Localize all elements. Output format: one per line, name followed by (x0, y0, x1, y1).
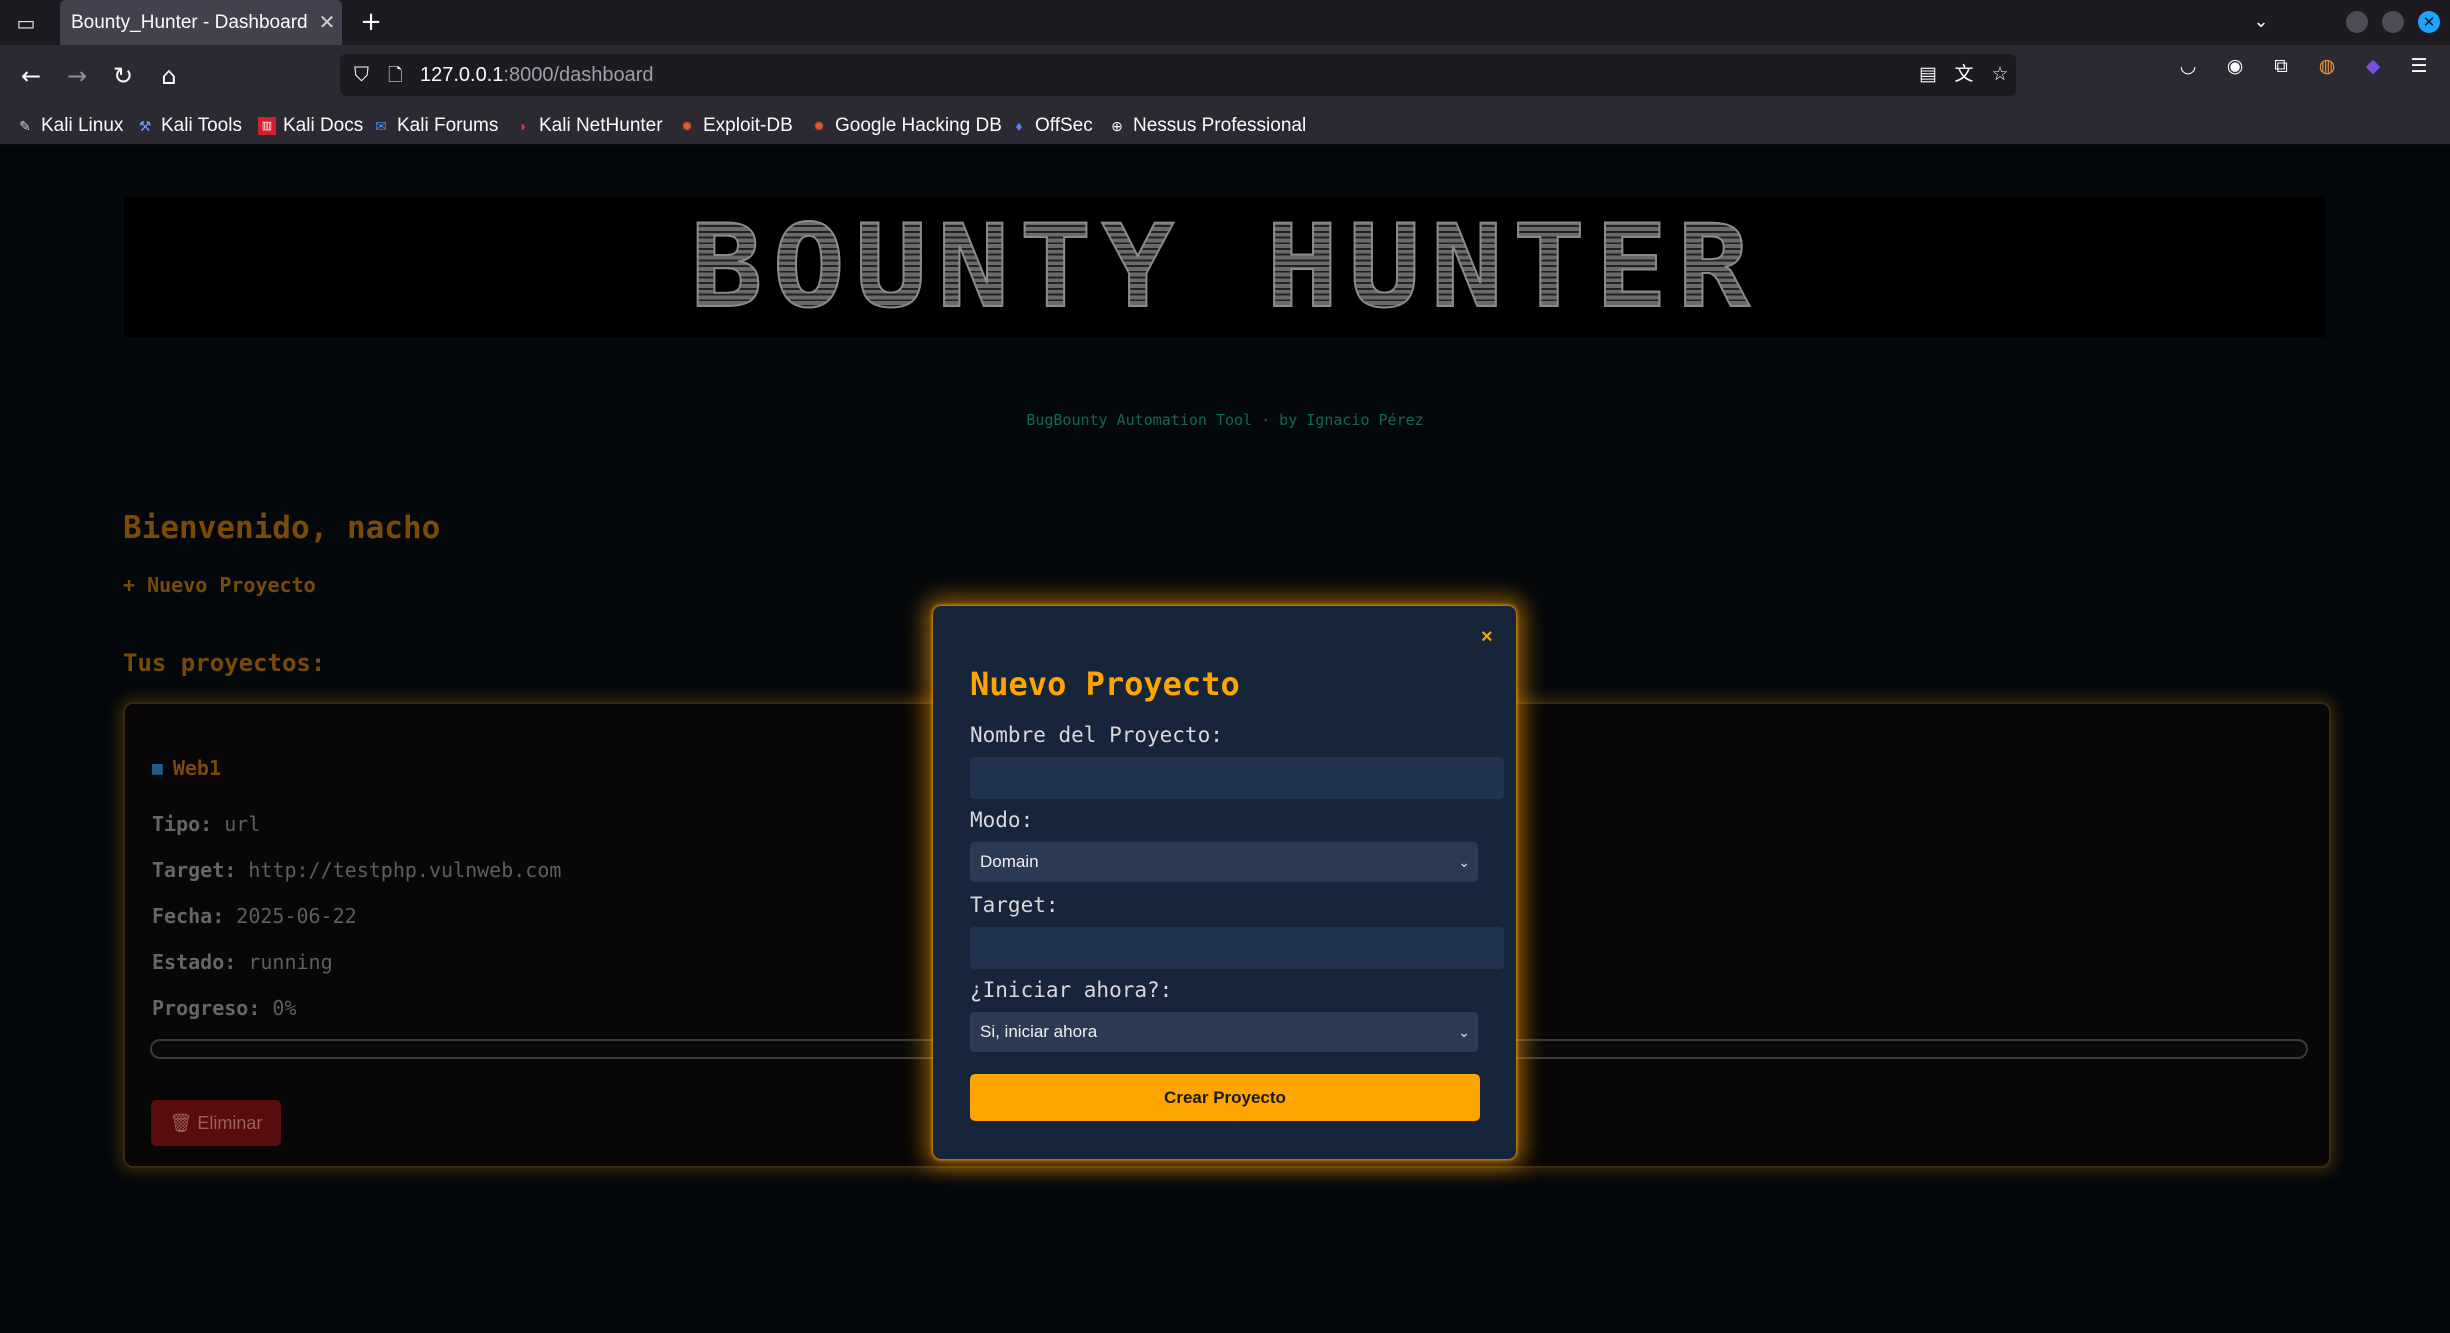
banner-logo: BOUNTY HUNTER (689, 200, 1760, 334)
kali-docs-icon: ▥ (258, 117, 276, 135)
bookmark-offsec[interactable]: ♦ OffSec (1010, 111, 1092, 141)
kali-tools-icon: ⚒ (138, 118, 152, 134)
tab-close-icon[interactable]: ✕ (312, 10, 342, 35)
back-arrow-icon[interactable]: ← (14, 59, 48, 93)
exploit-db-icon: ✹ (681, 118, 693, 134)
start-now-selected-value: Si, iniciar ahora (980, 1022, 1098, 1041)
chevron-down-icon: ⌄ (1458, 1024, 1470, 1040)
window-close-button[interactable]: ✕ (2418, 11, 2440, 33)
create-project-button[interactable]: Crear Proyecto (970, 1074, 1480, 1121)
project-status-value: running (248, 950, 333, 974)
bookmark-kali-linux[interactable]: ✎ Kali Linux (16, 111, 123, 141)
bookmark-kali-tools[interactable]: ⚒ Kali Tools (136, 111, 242, 141)
bookmark-kali-forums[interactable]: ✉ Kali Forums (372, 111, 498, 141)
project-type-label: Tipo: (152, 812, 213, 836)
navigation-toolbar: ← → ↻ ⌂ ⛉ 🗋 127.0.0.1:8000/dashboard ▤ 文… (0, 45, 2450, 108)
close-icon[interactable]: × (1481, 626, 1493, 649)
project-date-value: 2025-06-22 (236, 904, 357, 928)
shield-icon[interactable]: ⛉ (354, 63, 376, 87)
globe-icon: ⊕ (1111, 118, 1123, 134)
ghdb-icon: ✹ (813, 118, 825, 134)
url-host: 127.0.0.1 (420, 64, 504, 86)
bookmark-star-icon[interactable]: ☆ (1988, 63, 2012, 87)
projects-heading: Tus proyectos: (123, 649, 326, 677)
hamburger-menu-icon[interactable]: ☰ (2406, 53, 2432, 79)
nethunter-icon: ◗ (518, 118, 528, 134)
bookmarks-toolbar: ✎ Kali Linux ⚒ Kali Tools ▥ Kali Docs ✉ Kali… (0, 108, 2450, 145)
start-now-select[interactable]: Si, iniciar ahora ⌄ (970, 1012, 1478, 1052)
pocket-icon[interactable]: ◡ (2175, 53, 2201, 79)
project-name-label: Nombre del Proyecto: (970, 723, 1223, 747)
project-status-row: Estado: running (152, 950, 333, 974)
reload-icon[interactable]: ↻ (106, 59, 140, 93)
project-target-value: http://testphp.vulnweb.com (248, 858, 562, 882)
target-label: Target: (970, 893, 1059, 917)
offsec-icon: ♦ (1015, 118, 1023, 134)
project-name-input[interactable] (970, 757, 1504, 799)
tab-title: Bounty_Hunter - Dashboard (71, 11, 308, 33)
new-project-link[interactable]: + Nuevo Proyecto (123, 573, 316, 597)
extension-shield-icon[interactable]: ◆ (2360, 53, 2386, 79)
mode-selected-value: Domain (980, 852, 1039, 871)
new-project-modal: × Nuevo Proyecto Nombre del Proyecto: Mo… (933, 606, 1516, 1159)
project-progress-row: Progreso: 0% (152, 996, 297, 1020)
bookmark-google-hacking-db[interactable]: ✹ Google Hacking DB (810, 111, 1002, 141)
project-status-label: Estado: (152, 950, 237, 974)
tab-bar: ▭ Bounty_Hunter - Dashboard ✕ + ⌄ ✕ (0, 0, 2450, 45)
window-maximize-button[interactable] (2382, 11, 2404, 33)
start-now-label: ¿Iniciar ahora?: (970, 978, 1173, 1002)
project-title[interactable]: ■ Web1 (152, 756, 221, 780)
project-progress-label: Progreso: (152, 996, 261, 1020)
delete-project-button[interactable]: 🗑 Eliminar (151, 1100, 281, 1146)
home-icon[interactable]: ⌂ (152, 59, 186, 93)
modal-title: Nuevo Proyecto (970, 665, 1240, 703)
url-text[interactable]: 127.0.0.1:8000/dashboard (420, 63, 654, 87)
page-icon[interactable]: 🗋 (388, 63, 408, 87)
url-path: :8000/dashboard (503, 64, 654, 86)
page-content: BOUNTY HUNTER BugBounty Automation Tool … (0, 145, 2450, 1333)
mode-label: Modo: (970, 808, 1034, 832)
project-target-label: Target: (152, 858, 237, 882)
extensions-icon[interactable]: ⧉ (2268, 53, 2294, 79)
project-date-row: Fecha: 2025-06-22 (152, 904, 357, 928)
project-date-label: Fecha: (152, 904, 225, 928)
forward-arrow-icon[interactable]: → (60, 59, 94, 93)
tab-active[interactable]: Bounty_Hunter - Dashboard ✕ (60, 0, 342, 45)
translate-icon[interactable]: 文 (1952, 63, 1976, 87)
new-tab-icon[interactable]: + (356, 6, 386, 38)
bookmark-kali-nethunter[interactable]: ◗ Kali NetHunter (514, 111, 663, 141)
tab-list-icon[interactable]: ▭ (11, 8, 41, 38)
chevron-down-icon: ⌄ (1458, 854, 1470, 870)
bookmark-exploit-db[interactable]: ✹ Exploit-DB (678, 111, 793, 141)
project-name: Web1 (172, 756, 222, 780)
project-type-value: url (224, 812, 261, 836)
kali-dragon-icon: ✎ (19, 118, 31, 134)
kali-forums-icon: ✉ (375, 118, 387, 134)
folder-icon: ■ (152, 757, 163, 779)
project-target-row: Target: http://testphp.vulnweb.com (152, 858, 561, 882)
project-progress-value: 0% (272, 996, 297, 1020)
page-subtitle: BugBounty Automation Tool · by Ignacio P… (1026, 411, 1424, 429)
welcome-heading: Bienvenido, nacho (123, 510, 441, 546)
banner: BOUNTY HUNTER (124, 197, 2326, 337)
mode-select[interactable]: Domain ⌄ (970, 842, 1478, 882)
url-bar[interactable]: ⛉ 🗋 127.0.0.1:8000/dashboard ▤ 文 ☆ (340, 54, 2016, 96)
bookmark-kali-docs[interactable]: ▥ Kali Docs (258, 111, 363, 141)
project-type-row: Tipo: url (152, 812, 260, 836)
target-input[interactable] (970, 927, 1504, 969)
extension-fox-icon[interactable]: ◍ (2314, 53, 2340, 79)
bookmark-nessus-professional[interactable]: ⊕ Nessus Professional (1108, 111, 1306, 141)
account-icon[interactable]: ◉ (2222, 53, 2248, 79)
window-minimize-button[interactable] (2346, 11, 2368, 33)
chevron-down-icon[interactable]: ⌄ (2248, 6, 2274, 38)
reader-view-icon[interactable]: ▤ (1916, 63, 1940, 87)
